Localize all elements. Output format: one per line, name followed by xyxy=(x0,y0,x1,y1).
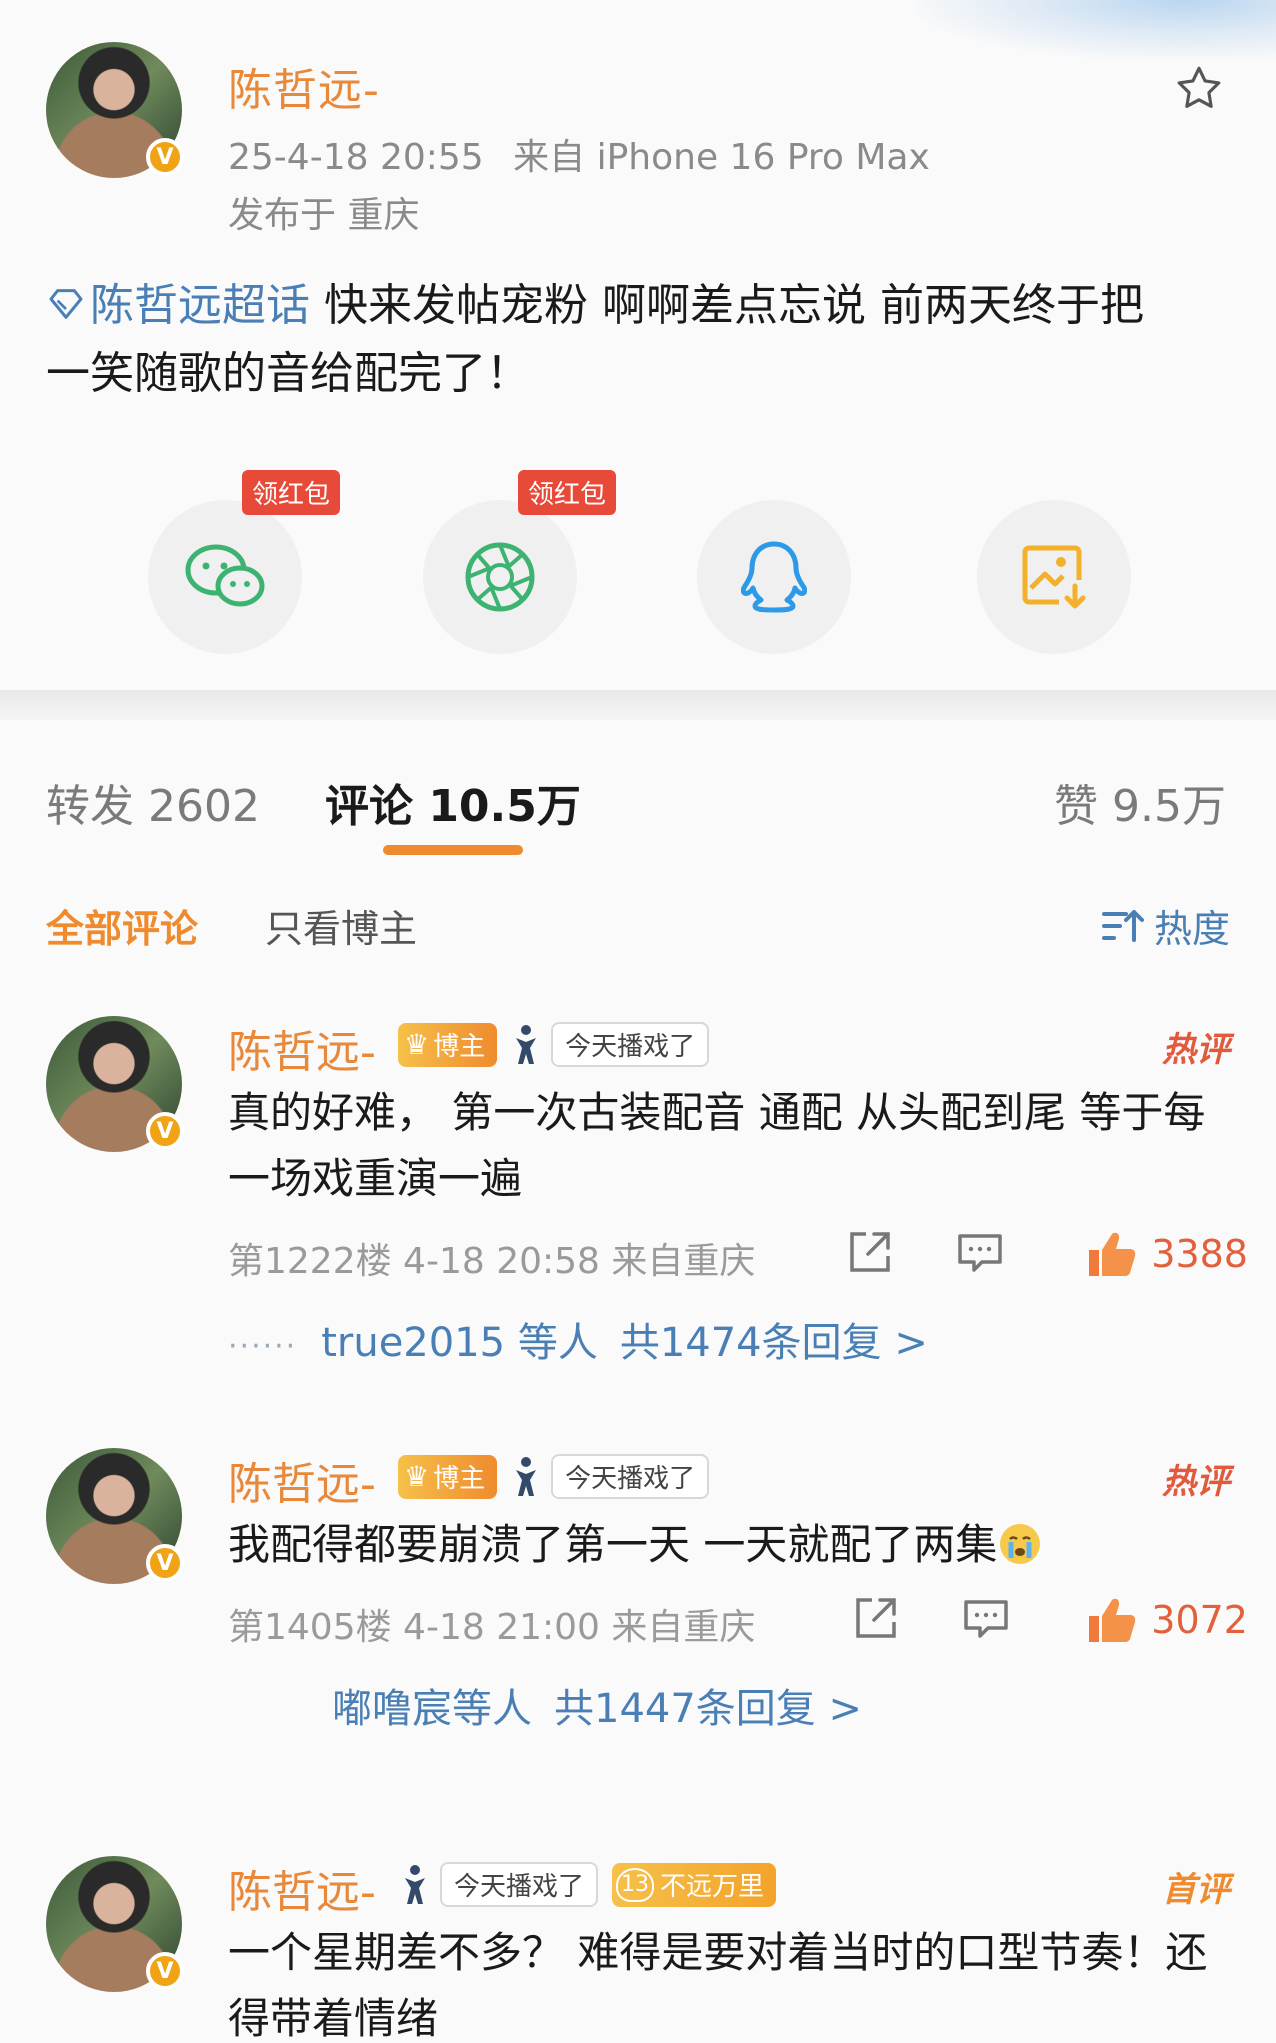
reply-count: 共1474条回复 > xyxy=(619,1320,928,1366)
moments-icon xyxy=(465,542,535,612)
comment-item: V 陈哲远- 今天播戏了 13 不远万里 首评 一个星期差不多？ 难得是要对着当… xyxy=(0,1856,1276,2043)
comment-floor-info: 第1222楼 4-18 20:58 来自重庆 xyxy=(228,1241,756,1282)
tab-repost[interactable]: 转发 2602 xyxy=(46,770,260,834)
blogger-badge: ♛ 博主 xyxy=(398,1454,498,1499)
comment-icon[interactable] xyxy=(960,1592,1012,1644)
comment-footer: 第1405楼 4-18 21:00 来自重庆 3072 xyxy=(228,1590,1248,1650)
filter-all-comments[interactable]: 全部评论 xyxy=(46,898,198,953)
comment-text: 真的好难， 第一次古装配音 通配 从头配到尾 等于每 一场戏重演一遍 xyxy=(228,1088,1206,1203)
reply-users: 嘟噜宸等人 xyxy=(332,1686,532,1732)
diamond-icon xyxy=(49,289,83,319)
comment-item: V 陈哲远- ♛ 博主 今天播戏了 热评 真的好难， 第一次古装配音 通配 从头配… xyxy=(0,1016,1276,1416)
reply-summary[interactable]: ······ true2015 等人 共1474条回复 > xyxy=(228,1310,928,1368)
fan-level-number: 13 xyxy=(616,1867,655,1902)
comment-avatar[interactable]: V xyxy=(46,1448,184,1584)
comment-badges: ♛ 博主 今天播戏了 xyxy=(398,1454,710,1499)
comment-footer: 第1222楼 4-18 20:58 来自重庆 3388 xyxy=(228,1224,1248,1284)
sort-icon xyxy=(1101,909,1144,942)
comment-text: 一个星期差不多？ 难得是要对着当时的口型节奏！还 得带着情绪 xyxy=(228,1928,1208,2043)
like-count: 3072 xyxy=(1151,1598,1248,1642)
like-count: 3388 xyxy=(1151,1232,1248,1276)
post-location: 发布于 重庆 xyxy=(228,195,420,236)
first-comment-tag: 首评 xyxy=(1162,1870,1230,1910)
like-button[interactable]: 3388 xyxy=(1085,1228,1248,1280)
comment-author-name[interactable]: 陈哲远- xyxy=(228,1016,376,1080)
comment-avatar[interactable]: V xyxy=(46,1016,184,1152)
filter-author-only[interactable]: 只看博主 xyxy=(265,898,417,953)
post-tabs: 转发 2602 评论 10.5万 赞 9.5万 xyxy=(0,720,1276,870)
post-text-line1: 快来发帖宠粉 啊啊差点忘说 前两天终于把 xyxy=(310,280,1144,331)
tab-likes[interactable]: 赞 9.5万 xyxy=(1054,770,1226,834)
sort-label: 热度 xyxy=(1153,907,1230,951)
active-tab-indicator xyxy=(383,845,523,855)
comment-author-name[interactable]: 陈哲远- xyxy=(228,1856,376,1920)
moments-red-packet-tag[interactable]: 领红包 xyxy=(518,470,617,515)
reply-count: 共1447条回复 > xyxy=(554,1686,863,1732)
comment-floor-info: 第1405楼 4-18 21:00 来自重庆 xyxy=(228,1607,756,1648)
share-row: 领红包 领红包 xyxy=(0,470,1276,654)
header-sky-decoration xyxy=(916,0,1276,60)
comment-badges: ♛ 博主 今天播戏了 xyxy=(398,1022,710,1067)
hot-comment-tag: 热评 xyxy=(1162,1462,1230,1502)
fan-level-badge: 13 不远万里 xyxy=(612,1862,777,1907)
played-badge: 今天播戏了 xyxy=(511,1454,710,1499)
share-qq-button[interactable] xyxy=(697,500,851,654)
fan-level-title: 不远万里 xyxy=(660,1872,765,1902)
blogger-badge: ♛ 博主 xyxy=(398,1022,498,1067)
reply-summary[interactable]: 嘟噜宸等人 共1447条回复 > xyxy=(332,1676,862,1734)
thumbs-up-icon xyxy=(1089,1232,1136,1276)
wechat-icon xyxy=(185,544,265,607)
reply-users: true2015 等人 xyxy=(321,1320,598,1366)
comment-author-name[interactable]: 陈哲远- xyxy=(228,1448,376,1512)
comment-badges: 今天播戏了 13 不远万里 xyxy=(400,1862,777,1907)
comment-avatar[interactable]: V xyxy=(46,1856,184,1992)
crown-icon: ♛ xyxy=(404,1460,430,1493)
figure-icon xyxy=(405,1864,425,1904)
hot-comment-tag: 热评 xyxy=(1162,1030,1230,1070)
crying-emoji-icon xyxy=(1000,1524,1041,1564)
thumbs-up-icon xyxy=(1089,1598,1136,1642)
share-moments-button[interactable] xyxy=(423,500,577,654)
author-name[interactable]: 陈哲远- xyxy=(228,54,380,118)
sort-button[interactable]: 热度 xyxy=(1101,898,1230,953)
verified-icon: V xyxy=(146,1952,184,1990)
comment-filter-bar: 全部评论 只看博主 热度 xyxy=(0,870,1276,970)
comment-icon[interactable] xyxy=(954,1226,1006,1278)
post-timestamp: 25-4-18 20:55 xyxy=(228,137,484,178)
share-icon[interactable] xyxy=(850,1592,902,1644)
section-divider xyxy=(0,690,1276,720)
tab-comments[interactable]: 评论 10.5万 xyxy=(325,770,581,834)
verified-icon: V xyxy=(146,138,184,176)
favorite-star-icon[interactable] xyxy=(1172,62,1226,116)
comment-item: V 陈哲远- ♛ 博主 今天播戏了 热评 我配得都要崩溃了第一天 一天就配了两集 … xyxy=(0,1448,1276,1808)
save-image-icon xyxy=(1022,545,1086,609)
topic-link[interactable]: 陈哲远超话 xyxy=(46,280,310,331)
qq-icon xyxy=(741,541,807,613)
like-button[interactable]: 3072 xyxy=(1085,1594,1248,1646)
crown-icon: ♛ xyxy=(404,1028,430,1061)
share-wechat-button[interactable] xyxy=(148,500,302,654)
save-image-button[interactable] xyxy=(977,500,1131,654)
share-icon[interactable] xyxy=(844,1226,896,1278)
comment-text: 我配得都要崩溃了第一天 一天就配了两集 xyxy=(228,1512,1238,1578)
figure-icon xyxy=(516,1456,537,1496)
played-badge: 今天播戏了 xyxy=(400,1862,599,1907)
verified-icon: V xyxy=(146,1544,184,1582)
post-body: 陈哲远超话 快来发帖宠粉 啊啊差点忘说 前两天终于把 一笑随歌的音给配完了！ xyxy=(46,272,1236,408)
wechat-red-packet-tag[interactable]: 领红包 xyxy=(242,470,341,515)
verified-icon: V xyxy=(146,1112,184,1150)
figure-icon xyxy=(516,1024,537,1064)
played-badge: 今天播戏了 xyxy=(511,1022,710,1067)
post-source: 来自 iPhone 16 Pro Max xyxy=(513,137,930,178)
author-avatar[interactable]: V xyxy=(46,42,184,178)
post-text-line2: 一笑随歌的音给配完了！ xyxy=(46,348,530,399)
